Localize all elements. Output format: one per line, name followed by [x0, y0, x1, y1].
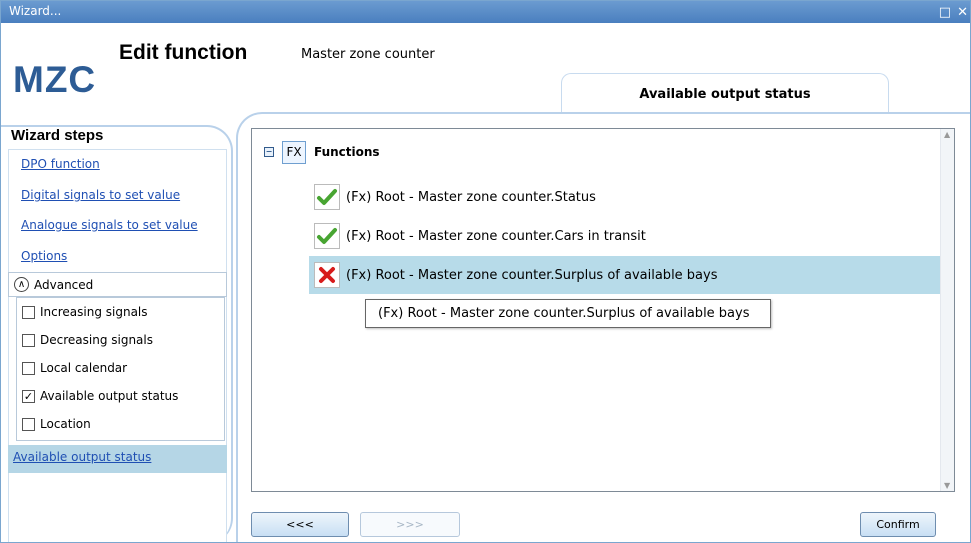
local-calendar-option[interactable]: Local calendar	[22, 358, 127, 378]
tree-item-label: (Fx) Root - Master zone counter.Status	[346, 189, 596, 205]
step-options[interactable]: Options	[21, 249, 67, 263]
wizard-steps-title: Wizard steps	[11, 127, 104, 144]
decreasing-signals-checkbox[interactable]	[22, 333, 35, 347]
tree-item-surplus-available-bays[interactable]: (Fx) Root - Master zone counter.Surplus …	[309, 256, 950, 294]
functions-tree: − FX Functions (Fx) Root - Master zone c…	[251, 128, 955, 492]
step-digital-signals[interactable]: Digital signals to set value	[21, 188, 180, 202]
advanced-section-toggle[interactable]: ∧ Advanced	[8, 272, 227, 297]
functions-tree-root[interactable]: − FX Functions	[264, 140, 380, 164]
step-available-output-status[interactable]: Available output status	[8, 445, 227, 473]
window-title: Wizard...	[9, 4, 62, 18]
increasing-signals-checkbox[interactable]	[22, 305, 35, 319]
decreasing-signals-label: Decreasing signals	[40, 333, 153, 347]
local-calendar-checkbox[interactable]	[22, 361, 35, 375]
tree-item-status[interactable]: (Fx) Root - Master zone counter.Status	[309, 178, 950, 216]
function-badge: MZC	[13, 59, 97, 100]
scroll-up-icon[interactable]: ▲	[944, 130, 950, 139]
step-dpo-function[interactable]: DPO function	[21, 157, 100, 171]
increasing-signals-label: Increasing signals	[40, 305, 148, 319]
check-icon	[314, 184, 340, 210]
location-checkbox[interactable]	[22, 417, 35, 431]
tree-item-cars-in-transit[interactable]: (Fx) Root - Master zone counter.Cars in …	[309, 217, 950, 255]
tree-vertical-scrollbar[interactable]: ▲ ▼	[940, 129, 954, 491]
available-output-status-option[interactable]: ✓ Available output status	[22, 386, 178, 406]
tab-available-output-status[interactable]: Available output status	[561, 73, 889, 113]
available-output-status-checkbox[interactable]: ✓	[22, 389, 35, 403]
advanced-options-list: Increasing signals Decreasing signals Lo…	[16, 297, 225, 441]
cross-icon	[314, 262, 340, 288]
wizard-window: Wizard... □ ✕ MZC Edit function Master z…	[0, 0, 971, 543]
function-name: Master zone counter	[301, 47, 435, 62]
location-label: Location	[40, 417, 91, 431]
back-button[interactable]: <<<	[251, 512, 349, 537]
location-option[interactable]: Location	[22, 414, 91, 434]
next-button[interactable]: >>>	[360, 512, 460, 537]
item-tooltip: (Fx) Root - Master zone counter.Surplus …	[365, 299, 771, 328]
tree-item-label: (Fx) Root - Master zone counter.Surplus …	[346, 267, 718, 283]
window-title-bar[interactable]: Wizard... □ ✕	[1, 1, 970, 23]
functions-fx-icon: FX	[282, 140, 306, 164]
tree-item-label: (Fx) Root - Master zone counter.Cars in …	[346, 228, 646, 244]
step-analogue-signals[interactable]: Analogue signals to set value	[21, 218, 198, 232]
chevron-up-icon[interactable]: ∧	[14, 277, 29, 292]
page-title: Edit function	[119, 41, 248, 64]
decreasing-signals-option[interactable]: Decreasing signals	[22, 330, 153, 350]
local-calendar-label: Local calendar	[40, 361, 128, 375]
wizard-steps-sidebar: Wizard steps DPO function Digital signal…	[1, 125, 233, 542]
functions-label: Functions	[314, 145, 380, 159]
close-icon[interactable]: ✕	[957, 5, 968, 20]
maximize-icon[interactable]: □	[939, 5, 951, 20]
wizard-header: MZC Edit function Master zone counter Av…	[1, 23, 970, 121]
collapse-icon[interactable]: −	[264, 147, 274, 157]
scroll-down-icon[interactable]: ▼	[944, 481, 950, 490]
check-icon	[314, 223, 340, 249]
available-output-status-label: Available output status	[40, 389, 179, 403]
increasing-signals-option[interactable]: Increasing signals	[22, 302, 148, 322]
window-controls: □ ✕	[939, 3, 968, 21]
available-output-status-panel: − FX Functions (Fx) Root - Master zone c…	[236, 112, 970, 542]
advanced-label: Advanced	[34, 277, 94, 292]
confirm-button[interactable]: Confirm	[860, 512, 936, 537]
